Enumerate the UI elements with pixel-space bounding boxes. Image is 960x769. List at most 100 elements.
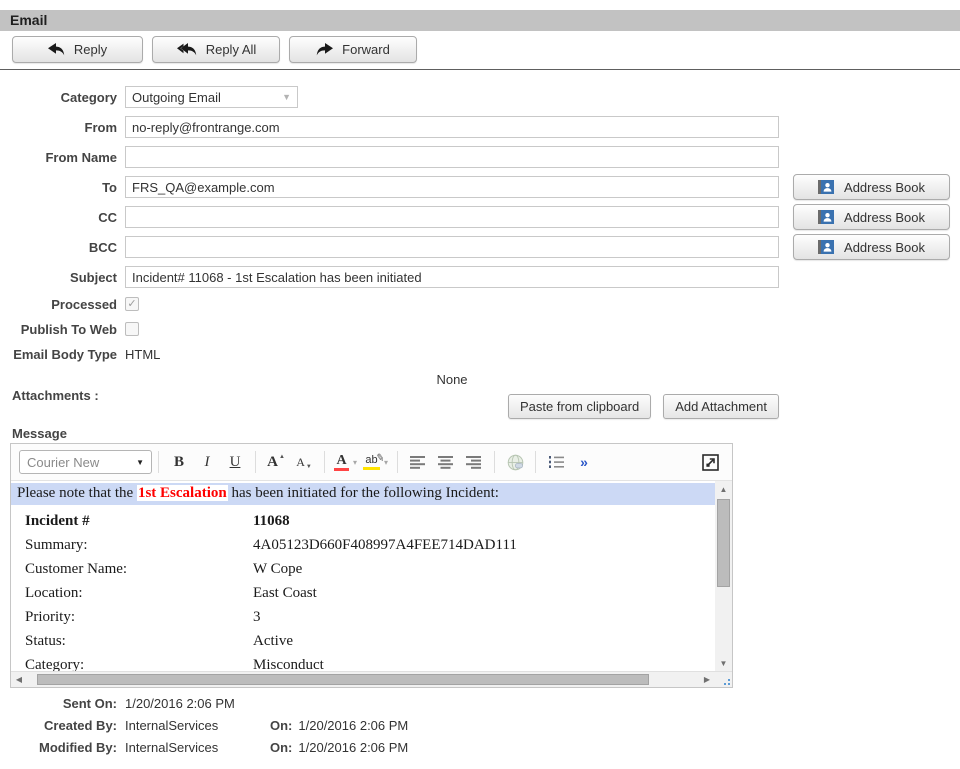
italic-button[interactable]: I — [193, 449, 221, 475]
from-name-row: From Name — [0, 146, 960, 168]
to-row: To Address Book — [0, 176, 960, 198]
attachments-label: Attachments : — [0, 371, 117, 419]
numbered-list-button[interactable] — [542, 449, 570, 475]
align-left-button[interactable] — [404, 449, 432, 475]
address-book-button-label: Address Book — [844, 180, 925, 195]
from-name-label: From Name — [0, 150, 117, 165]
scroll-right-arrow[interactable]: ▶ — [699, 675, 715, 684]
rich-text-editor: Courier New ▼ B I U A ▲ A ▼ A ▾ ab ✎ — [10, 443, 733, 688]
toolbar-divider — [494, 451, 495, 473]
from-input[interactable] — [125, 116, 779, 138]
horizontal-scrollbar[interactable]: ◀ ▶ — [11, 672, 715, 687]
reply-arrow-icon — [48, 43, 65, 56]
address-book-icon — [818, 179, 834, 195]
cc-row: CC Address Book — [0, 206, 960, 228]
underline-button[interactable]: U — [221, 449, 249, 475]
insert-link-globe-button[interactable] — [501, 449, 529, 475]
category-select[interactable]: Outgoing Email ▼ — [125, 86, 298, 108]
message-field-row: Summary:4A05123D660F408997A4FEE714DAD111 — [11, 533, 715, 557]
pen-icon: ✎ — [375, 452, 385, 464]
toolbar-divider — [158, 451, 159, 473]
caret-down-icon: ▼ — [306, 464, 312, 470]
scroll-down-arrow[interactable]: ▼ — [715, 655, 732, 671]
message-field-row: Location:East Coast — [11, 581, 715, 605]
bcc-input[interactable] — [125, 236, 779, 258]
check-icon: ✓ — [127, 299, 136, 310]
decrease-font-size-button[interactable]: A ▼ — [290, 449, 318, 475]
publish-to-web-label: Publish To Web — [0, 322, 117, 337]
scroll-up-arrow[interactable]: ▲ — [715, 481, 732, 497]
font-family-value: Courier New — [27, 455, 99, 470]
subject-row: Subject — [0, 266, 960, 288]
font-color-button[interactable]: A ▾ — [331, 449, 360, 475]
subject-label: Subject — [0, 270, 117, 285]
maximize-editor-button[interactable] — [696, 449, 724, 475]
sent-on-label: Sent On: — [0, 697, 117, 711]
created-on-label: On: — [270, 719, 292, 733]
to-input[interactable] — [125, 176, 779, 198]
reply-button-label: Reply — [74, 42, 107, 57]
address-book-icon — [818, 239, 834, 255]
vertical-scrollbar[interactable]: ▲ ▼ — [715, 481, 732, 671]
toolbar-divider — [397, 451, 398, 473]
processed-label: Processed — [0, 297, 117, 312]
editor-toolbar: Courier New ▼ B I U A ▲ A ▼ A ▾ ab ✎ — [11, 444, 732, 481]
align-right-button[interactable] — [460, 449, 488, 475]
cc-input[interactable] — [125, 206, 779, 228]
modified-on-label: On: — [270, 741, 292, 755]
horizontal-scrollbar-thumb[interactable] — [37, 674, 649, 685]
processed-row: Processed ✓ — [0, 296, 960, 312]
resize-grip-dots — [722, 677, 730, 685]
action-toolbar: Reply Reply All Forward — [12, 36, 960, 63]
email-body-type-label: Email Body Type — [0, 347, 117, 362]
reply-button[interactable]: Reply — [12, 36, 143, 63]
modified-by-row: Modified By: InternalServices On: 1/20/2… — [0, 741, 960, 755]
forward-arrow-icon — [316, 43, 333, 56]
vertical-scrollbar-thumb[interactable] — [717, 499, 730, 587]
escalation-highlight: 1st Escalation — [137, 485, 228, 501]
message-label: Message — [12, 426, 960, 441]
forward-button-label: Forward — [342, 42, 390, 57]
from-row: From — [0, 116, 960, 138]
editor-content[interactable]: Please note that the 1st Escalation has … — [11, 481, 732, 671]
audit-footer: Sent On: 1/20/2016 2:06 PM Created By: I… — [0, 697, 960, 755]
from-label: From — [0, 120, 117, 135]
to-address-book-button[interactable]: Address Book — [793, 174, 950, 200]
modified-by-value: InternalServices — [125, 741, 270, 755]
increase-font-size-button[interactable]: A ▲ — [262, 449, 290, 475]
bcc-address-book-button[interactable]: Address Book — [793, 234, 950, 260]
address-book-button-label: Address Book — [844, 210, 925, 225]
created-by-label: Created By: — [0, 719, 117, 733]
toolbar-separator — [0, 69, 960, 70]
page-title: Email — [0, 10, 960, 31]
more-tools-button[interactable]: » — [570, 449, 598, 475]
caret-up-icon: ▲ — [279, 454, 285, 460]
cc-address-book-button[interactable]: Address Book — [793, 204, 950, 230]
add-attachment-button[interactable]: Add Attachment — [663, 394, 779, 419]
reply-all-button[interactable]: Reply All — [152, 36, 280, 63]
message-field-row: Priority:3 — [11, 605, 715, 629]
processed-checkbox: ✓ — [125, 297, 139, 311]
font-family-select[interactable]: Courier New ▼ — [19, 450, 152, 474]
resize-grip[interactable] — [715, 672, 732, 687]
chevron-down-icon: ▾ — [384, 458, 388, 467]
highlight-color-swatch — [363, 467, 380, 470]
bcc-row: BCC Address Book — [0, 236, 960, 258]
chevron-down-icon: ▾ — [353, 458, 357, 467]
chevron-down-icon: ▼ — [282, 92, 291, 102]
toolbar-divider — [535, 451, 536, 473]
scroll-left-arrow[interactable]: ◀ — [11, 675, 27, 684]
publish-to-web-checkbox: ✓ — [125, 322, 139, 336]
align-center-button[interactable] — [432, 449, 460, 475]
from-name-input[interactable] — [125, 146, 779, 168]
created-on-value: 1/20/2016 2:06 PM — [298, 719, 408, 733]
paste-from-clipboard-button[interactable]: Paste from clipboard — [508, 394, 651, 419]
highlight-color-button[interactable]: ab ✎ ▾ — [360, 449, 391, 475]
modified-on-value: 1/20/2016 2:06 PM — [298, 741, 408, 755]
email-body-type-value: HTML — [125, 347, 160, 362]
subject-input[interactable] — [125, 266, 779, 288]
toolbar-divider — [324, 451, 325, 473]
category-label: Category — [0, 90, 117, 105]
bold-button[interactable]: B — [165, 449, 193, 475]
forward-button[interactable]: Forward — [289, 36, 417, 63]
